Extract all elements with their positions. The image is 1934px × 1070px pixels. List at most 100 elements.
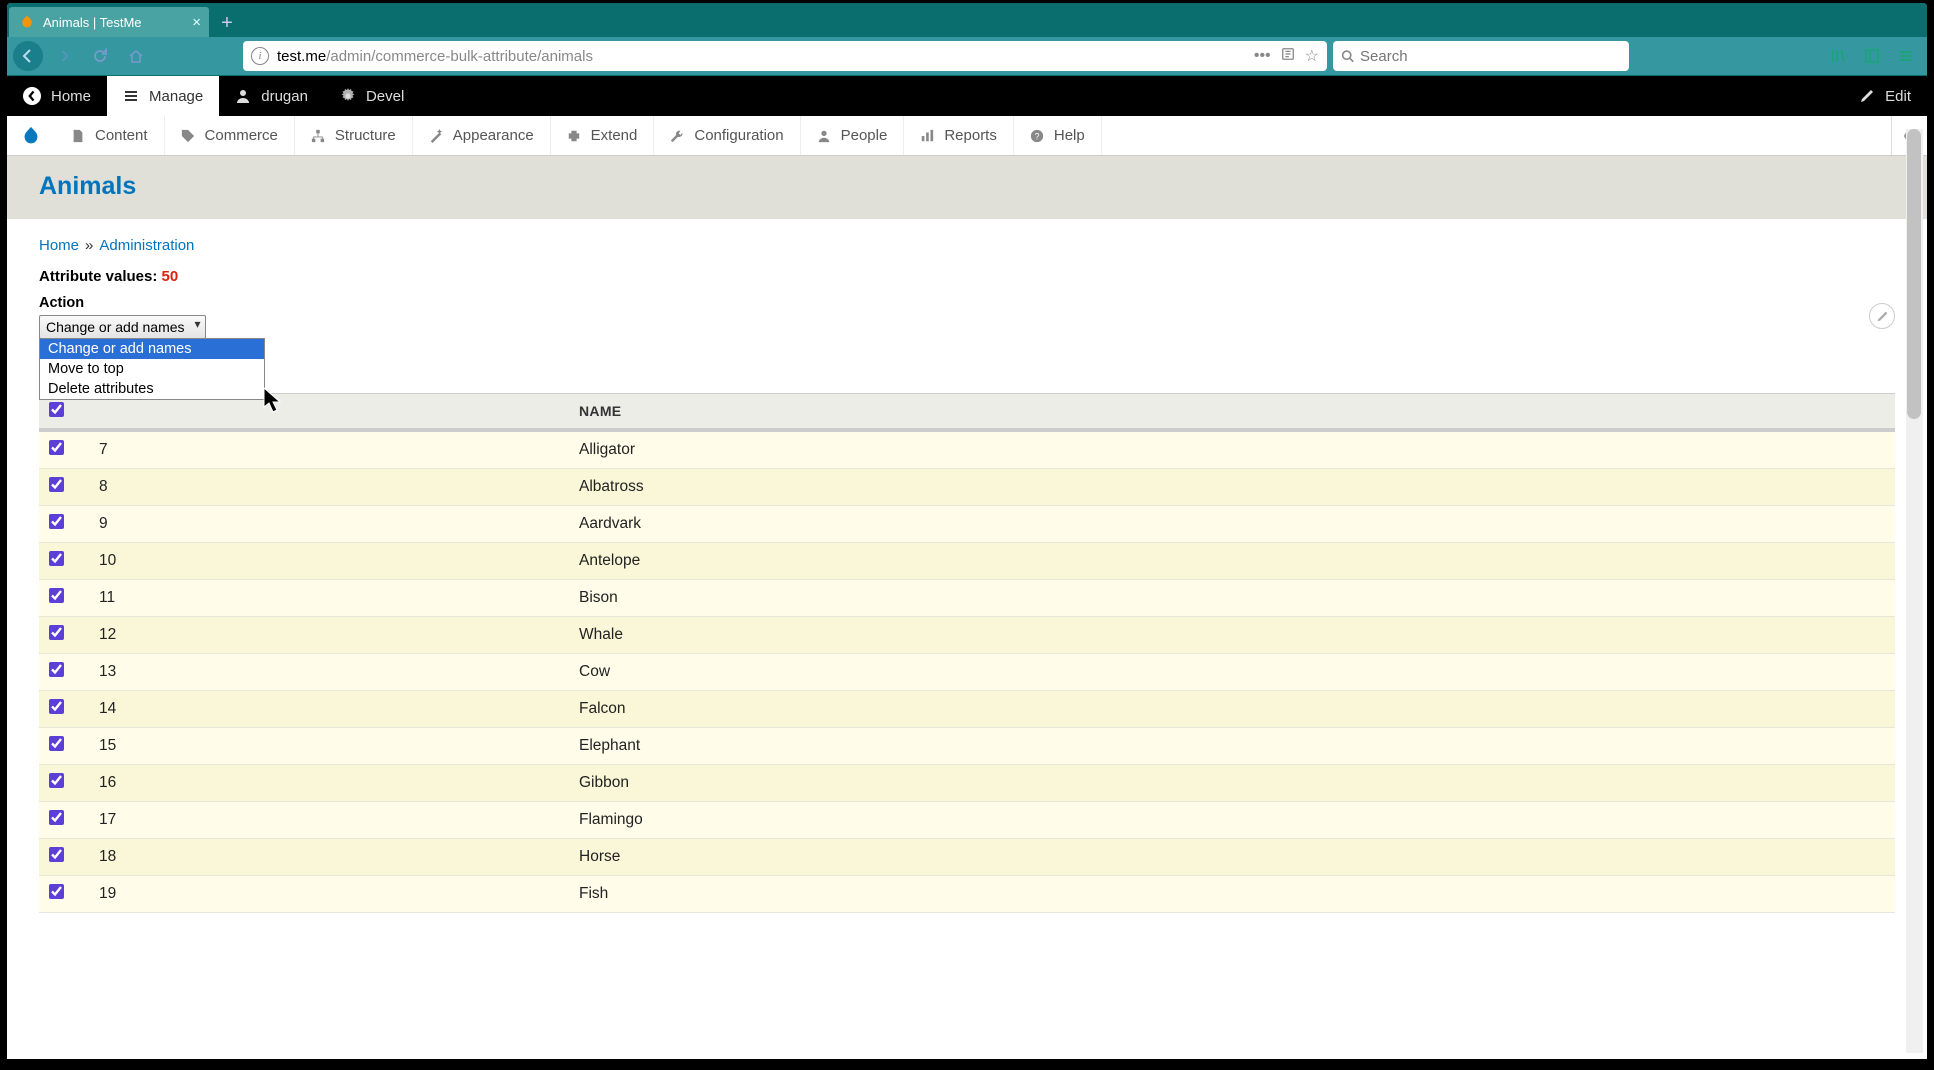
table-row: 9Aardvark: [39, 506, 1895, 543]
page-title: Animals: [39, 158, 1895, 201]
svg-text:?: ?: [1034, 131, 1039, 141]
bookmark-star-icon[interactable]: ☆: [1305, 46, 1319, 66]
search-icon: [1341, 49, 1354, 63]
pencil-icon: [1859, 88, 1875, 104]
row-checkbox[interactable]: [49, 810, 64, 825]
row-id: 14: [89, 691, 569, 728]
row-checkbox[interactable]: [49, 736, 64, 751]
table-row: 15Elephant: [39, 728, 1895, 765]
row-checkbox[interactable]: [49, 477, 64, 492]
row-checkbox[interactable]: [49, 884, 64, 899]
row-id: 19: [89, 876, 569, 913]
browser-tab-bar: Animals | TestMe × +: [7, 3, 1927, 37]
content-area: Animals Home»Administration Attribute va…: [7, 156, 1927, 1059]
close-tab-icon[interactable]: ×: [192, 14, 201, 31]
wrench-icon: [670, 128, 686, 144]
row-checkbox[interactable]: [49, 847, 64, 862]
toolbar-manage[interactable]: Manage: [107, 76, 219, 116]
action-option-move-top[interactable]: Move to top: [40, 359, 264, 379]
drupal-toolbar: Home Manage drugan Devel Edit: [7, 76, 1927, 116]
sidebar-icon[interactable]: [1857, 41, 1887, 71]
nav-back-button[interactable]: [13, 41, 43, 71]
drupal-logo-icon[interactable]: [7, 116, 55, 155]
row-checkbox[interactable]: [49, 514, 64, 529]
row-checkbox[interactable]: [49, 662, 64, 677]
chart-icon: [920, 128, 936, 144]
nav-forward-button[interactable]: [49, 41, 79, 71]
row-checkbox[interactable]: [49, 773, 64, 788]
row-id: 7: [89, 430, 569, 469]
new-tab-button[interactable]: +: [213, 9, 241, 37]
attribute-values-label: Attribute values: 50: [39, 268, 1895, 285]
admin-menu-extend[interactable]: Extend: [551, 116, 655, 155]
row-checkbox[interactable]: [49, 440, 64, 455]
url-text: test.me/admin/commerce-bulk-attribute/an…: [277, 48, 593, 65]
admin-menu-help[interactable]: ?Help: [1014, 116, 1102, 155]
row-checkbox[interactable]: [49, 588, 64, 603]
admin-menu-commerce[interactable]: Commerce: [165, 116, 295, 155]
scrollbar-thumb[interactable]: [1907, 129, 1921, 419]
breadcrumb-home[interactable]: Home: [39, 237, 79, 254]
row-id: 12: [89, 617, 569, 654]
row-name: Alligator: [569, 430, 1895, 469]
table-row: 13Cow: [39, 654, 1895, 691]
puzzle-icon: [567, 128, 583, 144]
home-button[interactable]: [121, 41, 151, 71]
select-all-checkbox[interactable]: [49, 402, 64, 417]
page-actions-icon[interactable]: •••: [1254, 47, 1271, 65]
action-dropdown: Change or add names Move to top Delete a…: [39, 338, 265, 400]
people-icon: [817, 128, 833, 144]
table-row: 19Fish: [39, 876, 1895, 913]
row-name: Fish: [569, 876, 1895, 913]
admin-menu-appearance[interactable]: Appearance: [413, 116, 551, 155]
help-icon: ?: [1030, 128, 1046, 144]
toolbar-home-label: Home: [51, 88, 91, 105]
breadcrumb-admin[interactable]: Administration: [99, 237, 194, 254]
row-checkbox[interactable]: [49, 551, 64, 566]
toolbar-edit[interactable]: Edit: [1843, 76, 1927, 116]
row-name: Whale: [569, 617, 1895, 654]
search-bar[interactable]: [1333, 41, 1629, 71]
row-checkbox[interactable]: [49, 625, 64, 640]
table-row: 7Alligator: [39, 430, 1895, 469]
drupal-favicon-icon: [19, 14, 35, 30]
row-name: Bison: [569, 580, 1895, 617]
contextual-edit-button[interactable]: [1869, 303, 1895, 329]
site-info-icon[interactable]: i: [251, 47, 269, 65]
table-header-name[interactable]: NAME: [569, 394, 1895, 431]
admin-menu-configuration[interactable]: Configuration: [654, 116, 800, 155]
action-option-delete[interactable]: Delete attributes: [40, 379, 264, 399]
row-name: Falcon: [569, 691, 1895, 728]
row-name: Elephant: [569, 728, 1895, 765]
toolbar-edit-label: Edit: [1885, 88, 1911, 105]
admin-menu-reports[interactable]: Reports: [904, 116, 1014, 155]
admin-menu-structure[interactable]: Structure: [295, 116, 413, 155]
toolbar-home[interactable]: Home: [7, 76, 107, 116]
row-id: 10: [89, 543, 569, 580]
reader-mode-icon[interactable]: [1281, 47, 1295, 66]
table-row: 16Gibbon: [39, 765, 1895, 802]
structure-icon: [311, 128, 327, 144]
toolbar-devel[interactable]: Devel: [324, 76, 420, 116]
toolbar-devel-label: Devel: [366, 88, 404, 105]
admin-menu-people[interactable]: People: [801, 116, 905, 155]
row-name: Horse: [569, 839, 1895, 876]
search-input[interactable]: [1360, 48, 1621, 65]
admin-menu-content[interactable]: Content: [55, 116, 165, 155]
row-name: Gibbon: [569, 765, 1895, 802]
action-option-change-names[interactable]: Change or add names: [40, 339, 264, 359]
row-name: Cow: [569, 654, 1895, 691]
reload-button[interactable]: [85, 41, 115, 71]
library-icon[interactable]: [1823, 41, 1853, 71]
browser-tab[interactable]: Animals | TestMe ×: [9, 7, 209, 37]
row-id: 15: [89, 728, 569, 765]
action-select[interactable]: Change or add names: [39, 315, 206, 339]
chevron-left-icon: [23, 87, 41, 105]
toolbar-user[interactable]: drugan: [219, 76, 324, 116]
menu-icon[interactable]: [1891, 41, 1921, 71]
attributes-table: NAME 7Alligator8Albatross9Aardvark10Ante…: [39, 393, 1895, 913]
gear-icon: [340, 88, 356, 104]
url-bar[interactable]: i test.me/admin/commerce-bulk-attribute/…: [243, 41, 1327, 71]
row-id: 13: [89, 654, 569, 691]
row-checkbox[interactable]: [49, 699, 64, 714]
